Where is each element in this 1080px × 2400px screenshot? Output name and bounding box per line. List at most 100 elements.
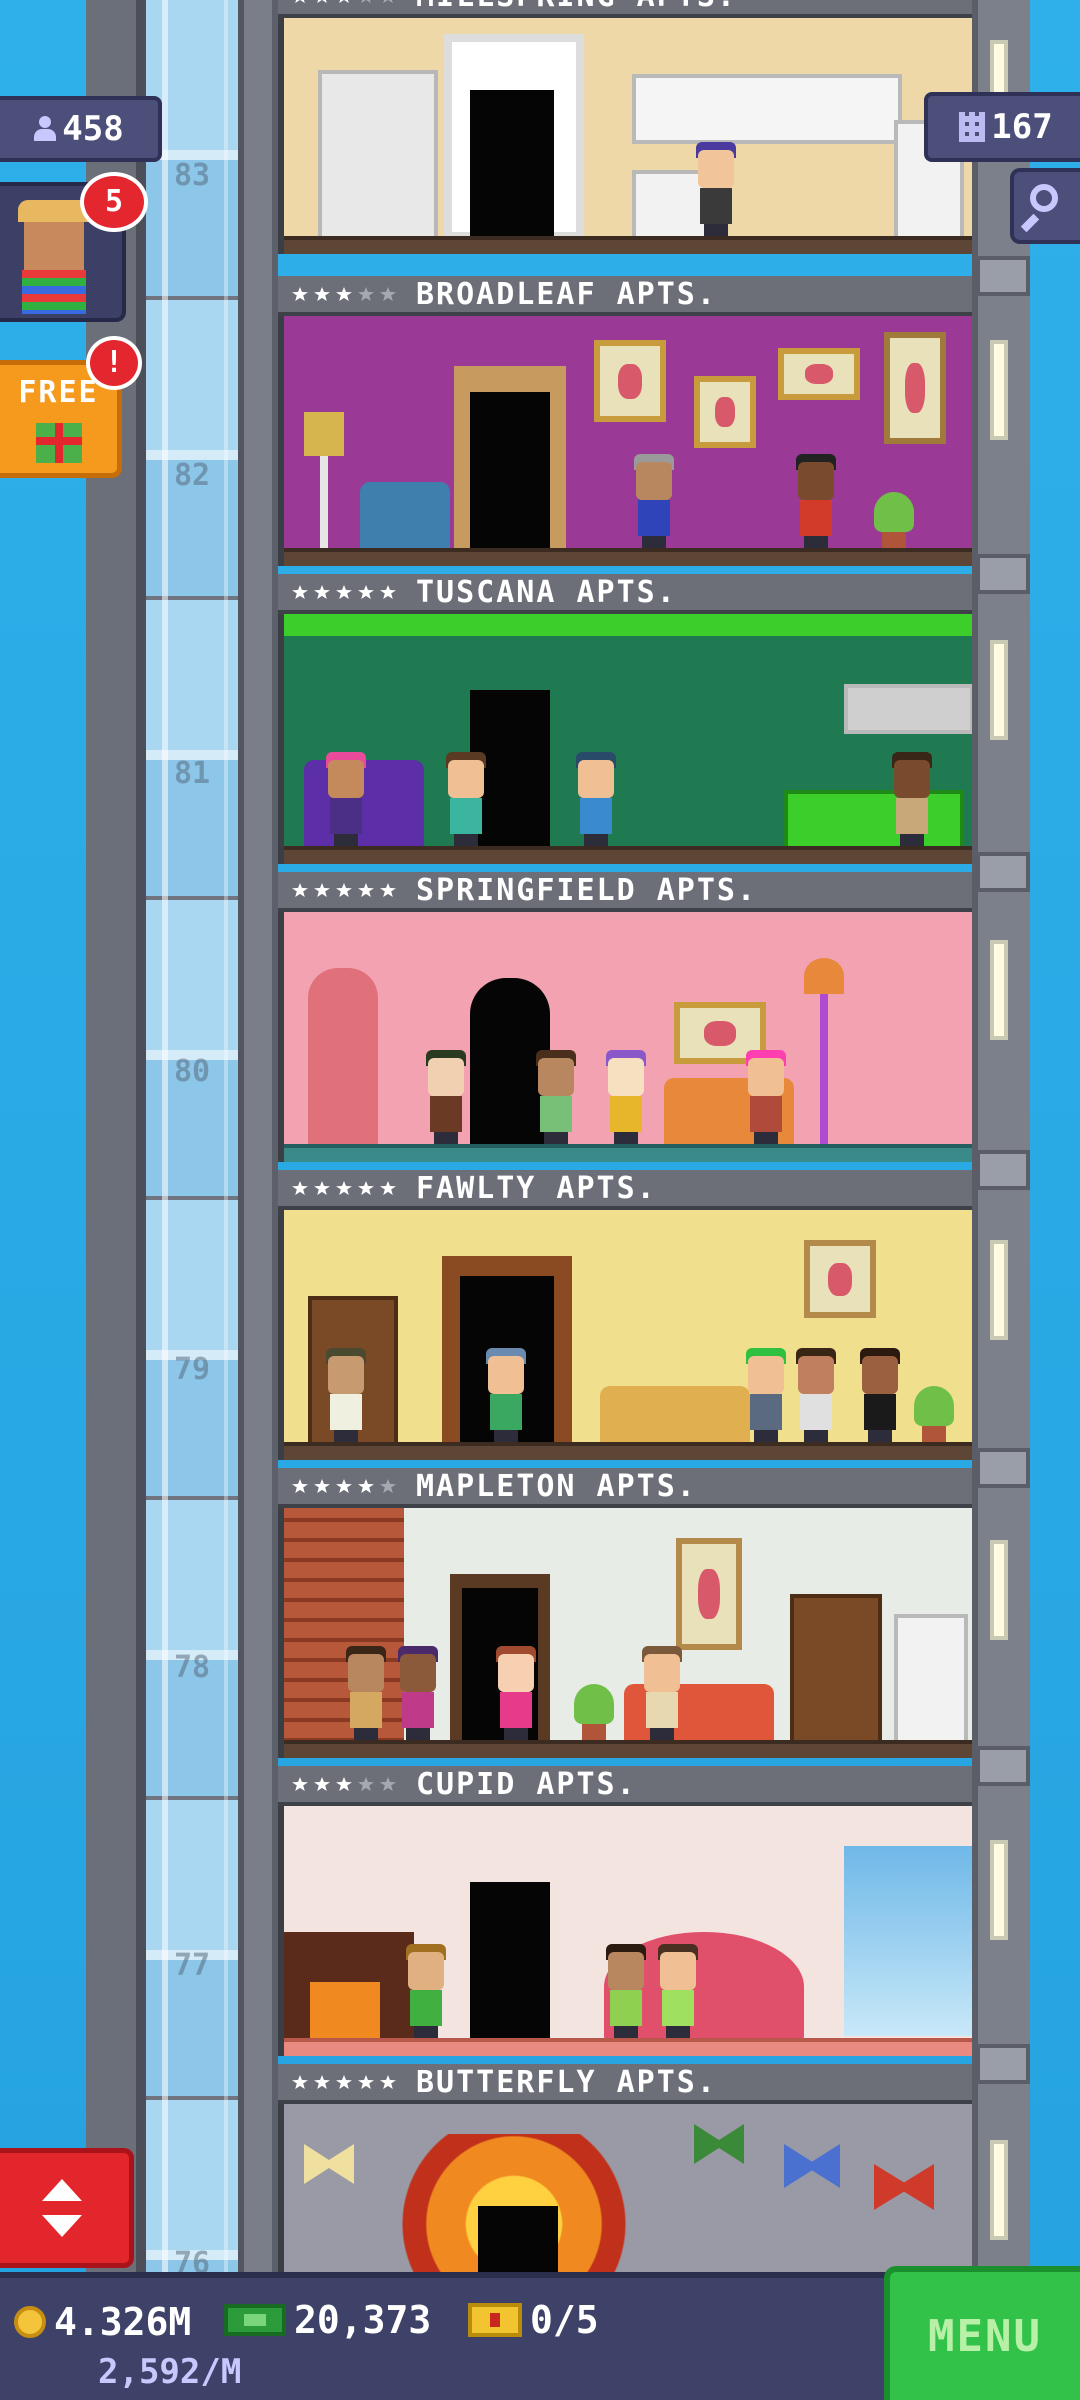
- butterfly-icon: [304, 2144, 354, 2184]
- tenant[interactable]: [604, 1048, 648, 1148]
- bux-stat[interactable]: 20,373: [224, 2298, 431, 2342]
- star-icon: [292, 2075, 308, 2089]
- income-rate: 2,592/M: [98, 2352, 242, 2392]
- pillar-light: [990, 1540, 1008, 1640]
- wall-painting: [694, 376, 756, 448]
- star-icon: [380, 585, 396, 599]
- floor-millspring[interactable]: MILLSPRING APTS.: [278, 0, 972, 254]
- star-icon: [292, 883, 308, 897]
- tenant[interactable]: [534, 1048, 578, 1148]
- pillar-light: [990, 340, 1008, 440]
- room[interactable]: [278, 1210, 972, 1460]
- tenant[interactable]: [794, 1346, 838, 1446]
- door: [470, 90, 554, 240]
- wall-trim: [284, 614, 972, 636]
- star-icon: [292, 1777, 308, 1791]
- floor-number-83: 83: [173, 158, 211, 193]
- star-icon: [336, 1777, 352, 1791]
- star-icon: [336, 287, 352, 301]
- wall-painting: [676, 1538, 742, 1650]
- pillar-light: [990, 940, 1008, 1040]
- tenant[interactable]: [344, 1644, 388, 1744]
- star-icon: [358, 0, 374, 3]
- pillar-bracket: [976, 256, 1030, 296]
- tenant[interactable]: [396, 1644, 440, 1744]
- tenant[interactable]: [744, 1346, 788, 1446]
- tenant[interactable]: [324, 1346, 368, 1446]
- tenant[interactable]: [444, 750, 488, 850]
- floor-header: FAWLTY APTS.: [278, 1170, 972, 1210]
- star-icon: [314, 1181, 330, 1195]
- room[interactable]: [278, 2104, 972, 2272]
- star-icon: [336, 2075, 352, 2089]
- tickets-stat[interactable]: 0/5: [468, 2298, 599, 2342]
- elevator-shaft[interactable]: [146, 0, 238, 2272]
- tenant[interactable]: [324, 750, 368, 850]
- room[interactable]: [278, 316, 972, 566]
- star-icon: [314, 287, 330, 301]
- room[interactable]: [278, 1508, 972, 1758]
- star-icon: [314, 1777, 330, 1791]
- lamp: [304, 412, 344, 552]
- tenant[interactable]: [574, 750, 618, 850]
- tenant[interactable]: [656, 1942, 700, 2042]
- room[interactable]: [278, 18, 972, 254]
- tenant[interactable]: [404, 1942, 448, 2042]
- star-rating: [292, 0, 396, 3]
- tenant[interactable]: [632, 452, 676, 552]
- floor-springfield[interactable]: SPRINGFIELD APTS.: [278, 872, 972, 1162]
- coins-stat[interactable]: 4.326M: [14, 2300, 191, 2344]
- floor-broadleaf[interactable]: BROADLEAF APTS.: [278, 276, 972, 566]
- tenant[interactable]: [640, 1644, 684, 1744]
- tenant[interactable]: [694, 140, 738, 240]
- room[interactable]: [278, 614, 972, 864]
- room-floor: [284, 1442, 972, 1460]
- tenant[interactable]: [494, 1644, 538, 1744]
- search-button[interactable]: [1010, 168, 1080, 244]
- floor-tuscana[interactable]: TUSCANA APTS.: [278, 574, 972, 864]
- tenant[interactable]: [794, 452, 838, 552]
- tenant[interactable]: [744, 1048, 788, 1148]
- plant: [914, 1346, 954, 1446]
- plant: [574, 1634, 614, 1744]
- floor-cupid[interactable]: CUPID APTS.: [278, 1766, 972, 2056]
- floor-name: BUTTERFLY APTS.: [416, 2064, 717, 2100]
- star-rating: [292, 287, 396, 301]
- floor-counter[interactable]: 167: [924, 92, 1080, 162]
- star-icon: [336, 0, 352, 3]
- star-icon: [358, 1181, 374, 1195]
- tenant[interactable]: [484, 1346, 528, 1446]
- cabinet: [632, 74, 902, 144]
- tenant[interactable]: [604, 1942, 648, 2042]
- room[interactable]: [278, 1806, 972, 2056]
- star-rating: [292, 2075, 396, 2089]
- tenant[interactable]: [424, 1048, 468, 1148]
- menu-button[interactable]: MENU: [884, 2266, 1080, 2400]
- star-icon: [380, 0, 396, 3]
- star-rating: [292, 1479, 396, 1493]
- star-icon: [292, 287, 308, 301]
- population-counter[interactable]: 458: [0, 96, 162, 162]
- kitchen-counter: [784, 790, 964, 850]
- floor-butterfly[interactable]: BUTTERFLY APTS.: [278, 2064, 972, 2272]
- butterfly-icon: [784, 2144, 840, 2188]
- elevator-button[interactable]: [0, 2148, 134, 2268]
- search-icon: [1030, 184, 1058, 212]
- tenant[interactable]: [858, 1346, 902, 1446]
- shaft-rail: [238, 0, 278, 2272]
- floor-header: CUPID APTS.: [278, 1766, 972, 1806]
- floor-name: TUSCANA APTS.: [416, 574, 677, 610]
- star-icon: [336, 1181, 352, 1195]
- floors-icon: [959, 112, 986, 142]
- room[interactable]: [278, 912, 972, 1162]
- floor-fawlty[interactable]: FAWLTY APTS.: [278, 1170, 972, 1460]
- person-icon: [34, 116, 57, 142]
- gift-alert-badge: !: [86, 336, 142, 390]
- star-icon: [380, 1181, 396, 1195]
- star-icon: [314, 1479, 330, 1493]
- star-icon: [380, 287, 396, 301]
- floor-number-82: 82: [173, 458, 211, 493]
- tenant[interactable]: [890, 750, 934, 850]
- door: [470, 1882, 550, 2042]
- floor-mapleton[interactable]: MAPLETON APTS.: [278, 1468, 972, 1758]
